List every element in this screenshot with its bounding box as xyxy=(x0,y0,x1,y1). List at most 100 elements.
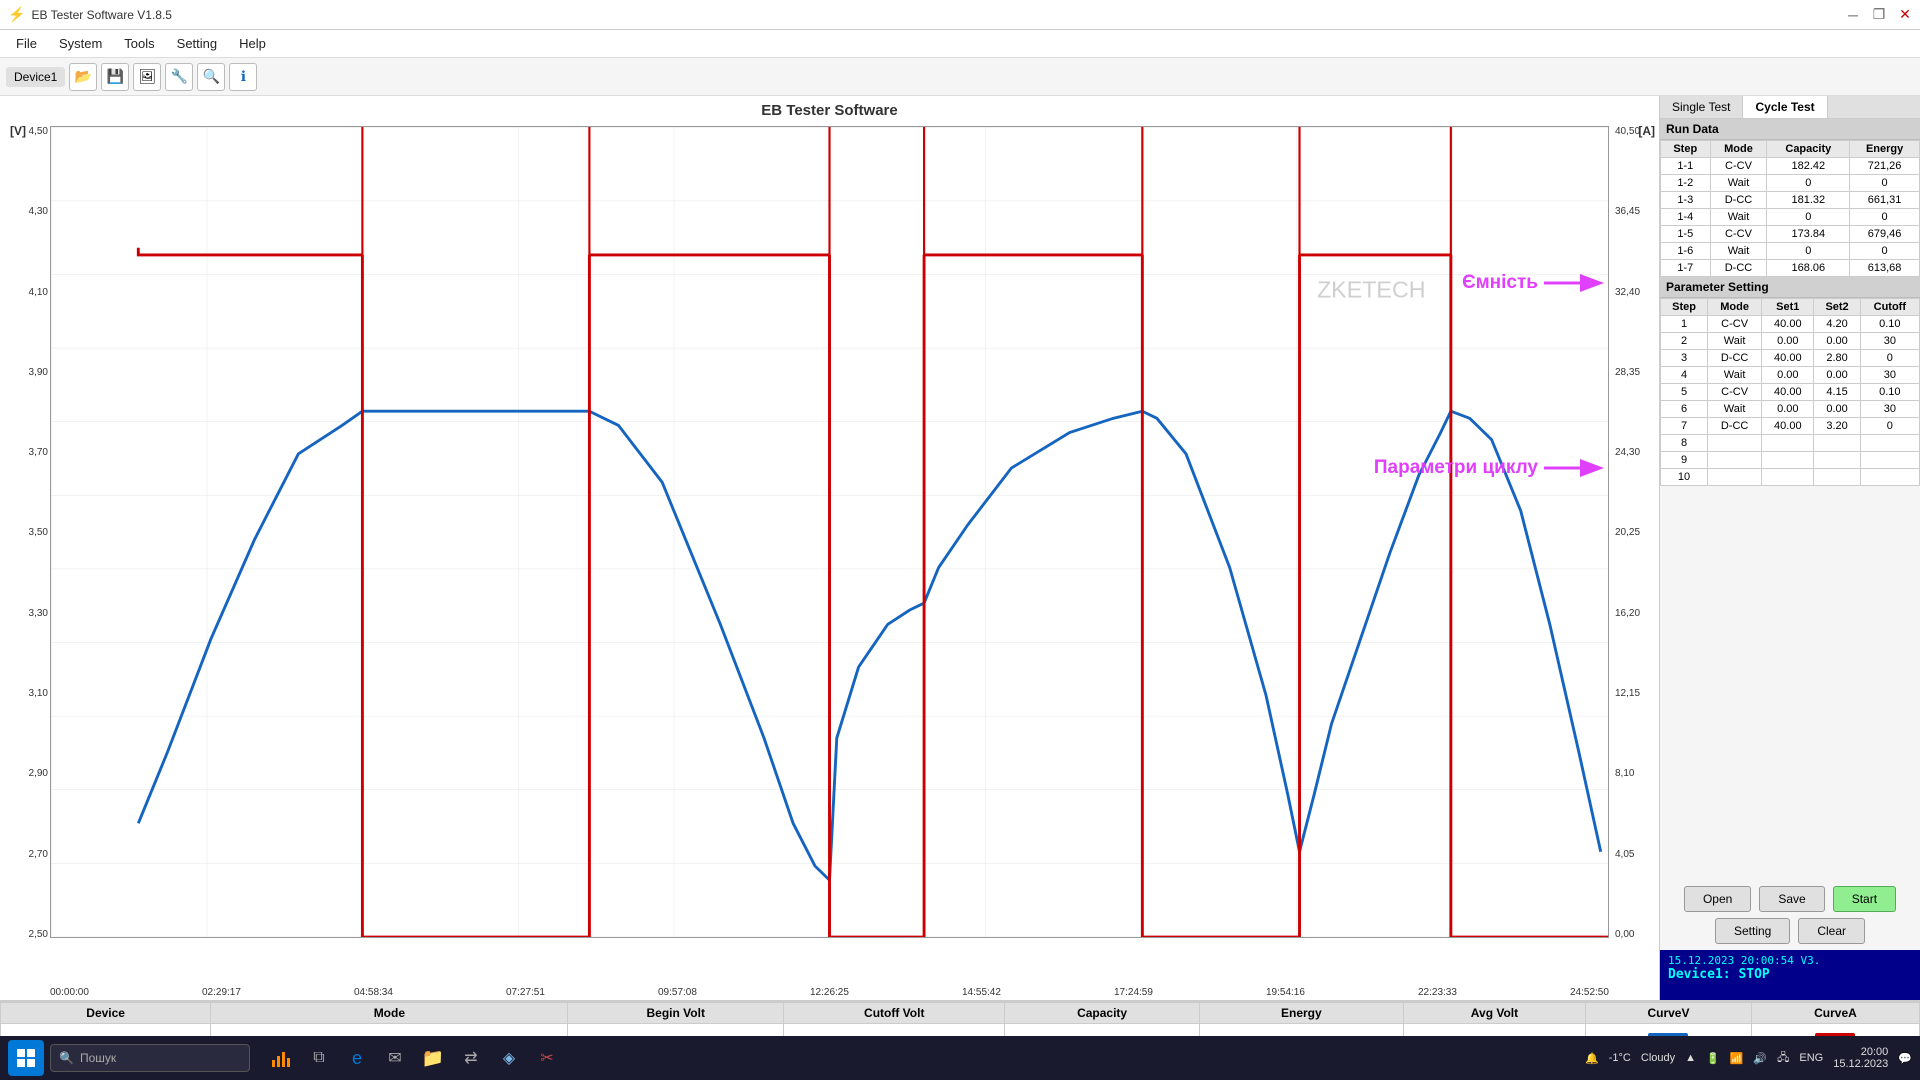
y-axis-left: 4,50 4,30 4,10 3,90 3,70 3,50 3,30 3,10 … xyxy=(4,126,48,940)
taskbar-edge-icon[interactable]: e xyxy=(340,1041,374,1075)
pcol-set2: Set2 xyxy=(1814,299,1860,316)
start-menu-button[interactable] xyxy=(8,1040,44,1076)
search-text: Пошук xyxy=(80,1051,116,1065)
st-curvea: CurveA xyxy=(1751,1003,1919,1024)
toolbar: Device1 📂 💾 🖼 🔧 🔍 ℹ xyxy=(0,58,1920,96)
pcol-cutoff: Cutoff xyxy=(1860,299,1919,316)
save-button[interactable]: 💾 xyxy=(101,63,129,91)
setting-button[interactable]: Setting xyxy=(1715,918,1790,944)
pcol-step: Step xyxy=(1661,299,1708,316)
taskbar-clock: 20:00 15.12.2023 xyxy=(1833,1046,1888,1070)
run-data-table: Step Mode Capacity Energy 1-1C-CV182.427… xyxy=(1660,140,1920,277)
param-row: 6Wait0.000.0030 xyxy=(1661,401,1920,418)
taskbar-weather: Cloudy xyxy=(1641,1052,1675,1064)
run-data-row: 1-4Wait00 xyxy=(1661,209,1920,226)
clear-button[interactable]: Clear xyxy=(1798,918,1865,944)
taskbar-time: 20:00 xyxy=(1833,1046,1888,1058)
st-avg-volt: Avg Volt xyxy=(1403,1003,1585,1024)
st-mode: Mode xyxy=(211,1003,568,1024)
x-axis: 00:00:00 02:29:17 04:58:34 07:27:51 09:5… xyxy=(50,987,1609,998)
device-selector[interactable]: Device1 xyxy=(6,67,65,87)
chart-plot: ZKETECH xyxy=(50,126,1609,938)
info-button[interactable]: ℹ xyxy=(229,63,257,91)
pcol-mode: Mode xyxy=(1708,299,1762,316)
close-button[interactable]: ✕ xyxy=(1898,8,1912,22)
st-cutoff-volt: Cutoff Volt xyxy=(784,1003,1005,1024)
menu-tools[interactable]: Tools xyxy=(114,33,164,54)
search-button[interactable]: 🔍 xyxy=(197,63,225,91)
taskbar-media-icon[interactable] xyxy=(264,1041,298,1075)
taskbar-search[interactable]: 🔍 Пошук xyxy=(50,1044,250,1072)
menu-system[interactable]: System xyxy=(49,33,112,54)
taskbar-action-center[interactable]: 💬 xyxy=(1898,1052,1912,1065)
title-bar: ⚡ EB Tester Software V1.8.5 ─ ❐ ✕ xyxy=(0,0,1920,30)
open-button[interactable]: Open xyxy=(1684,886,1751,912)
param-row: 2Wait0.000.0030 xyxy=(1661,333,1920,350)
param-row: 1C-CV40.004.200.10 xyxy=(1661,316,1920,333)
chart-area: EB Tester Software [V] [A] 4,50 4,30 4,1… xyxy=(0,96,1660,1000)
params-label-text: Параметри циклу xyxy=(1374,457,1538,479)
taskbar-remote-icon[interactable]: ⇄ xyxy=(454,1041,488,1075)
taskbar-explorer-icon[interactable]: 📁 xyxy=(416,1041,450,1075)
param-row: 8 xyxy=(1661,435,1920,452)
param-setting-section: Parameter Setting Step Mode Set1 Set2 Cu… xyxy=(1660,277,1920,880)
menu-file[interactable]: File xyxy=(6,33,47,54)
taskbar-battery-icon: 🔋 xyxy=(1706,1052,1720,1065)
svg-text:ZKETECH: ZKETECH xyxy=(1317,277,1426,303)
param-row: 5C-CV40.004.150.10 xyxy=(1661,384,1920,401)
taskbar-tray: ▲ xyxy=(1685,1052,1696,1064)
image-button[interactable]: 🖼 xyxy=(133,63,161,91)
menu-setting[interactable]: Setting xyxy=(167,33,227,54)
taskbar-mail-icon[interactable]: ✉ xyxy=(378,1041,412,1075)
col-capacity: Capacity xyxy=(1767,141,1850,158)
param-row: 3D-CC40.002.800 xyxy=(1661,350,1920,367)
tab-single-test[interactable]: Single Test xyxy=(1660,96,1743,118)
taskbar-3d-icon[interactable]: ◈ xyxy=(492,1041,526,1075)
col-energy: Energy xyxy=(1850,141,1920,158)
log-area: 15.12.2023 20:00:54 V3. Device1: STOP xyxy=(1660,950,1920,1000)
pcol-set1: Set1 xyxy=(1762,299,1814,316)
run-data-row: 1-1C-CV182.42721,26 xyxy=(1661,158,1920,175)
taskbar-task-view[interactable]: ⧉ xyxy=(302,1041,336,1075)
param-setting-header: Parameter Setting xyxy=(1660,277,1920,298)
param-row: 4Wait0.000.0030 xyxy=(1661,367,1920,384)
param-row: 7D-CC40.003.200 xyxy=(1661,418,1920,435)
taskbar-network-icon: 🖧 xyxy=(1777,1049,1789,1068)
start-button[interactable]: Start xyxy=(1833,886,1896,912)
run-data-row: 1-7D-CC168.06613,68 xyxy=(1661,260,1920,277)
st-begin-volt: Begin Volt xyxy=(568,1003,784,1024)
menu-bar: File System Tools Setting Help xyxy=(0,30,1920,58)
st-curvev: CurveV xyxy=(1585,1003,1751,1024)
app-title: EB Tester Software V1.8.5 xyxy=(31,8,172,22)
taskbar-temp: -1°C xyxy=(1609,1052,1631,1064)
param-table: Step Mode Set1 Set2 Cutoff 1C-CV40.004.2… xyxy=(1660,298,1920,486)
st-device: Device xyxy=(1,1003,211,1024)
tools-button[interactable]: 🔧 xyxy=(165,63,193,91)
minimize-button[interactable]: ─ xyxy=(1846,8,1860,22)
open-file-button[interactable]: 📂 xyxy=(69,63,97,91)
st-capacity: Capacity xyxy=(1005,1003,1199,1024)
run-data-table-scroll[interactable]: Step Mode Capacity Energy 1-1C-CV182.427… xyxy=(1660,140,1920,277)
run-data-header: Run Data xyxy=(1660,119,1920,140)
restore-button[interactable]: ❐ xyxy=(1872,8,1886,22)
param-row: 10 xyxy=(1661,469,1920,486)
taskbar-icons: ⧉ e ✉ 📁 ⇄ ◈ ✂ xyxy=(264,1041,564,1075)
st-energy: Energy xyxy=(1199,1003,1403,1024)
taskbar-tool-icon[interactable]: ✂ xyxy=(530,1041,564,1075)
right-panel: Single Test Cycle Test Run Data Step Mod… xyxy=(1660,96,1920,1000)
menu-help[interactable]: Help xyxy=(229,33,276,54)
capacity-arrow-label: Ємність xyxy=(1462,271,1604,295)
chart-title: EB Tester Software xyxy=(0,96,1659,121)
capacity-label-text: Ємність xyxy=(1462,272,1538,294)
params-arrow-icon xyxy=(1544,456,1604,480)
run-data-row: 1-2Wait00 xyxy=(1661,175,1920,192)
log-line1: 15.12.2023 20:00:54 V3. xyxy=(1668,954,1912,967)
taskbar-volume-icon: 🔊 xyxy=(1753,1052,1767,1065)
param-table-scroll[interactable]: Step Mode Set1 Set2 Cutoff 1C-CV40.004.2… xyxy=(1660,298,1920,880)
save-button-panel[interactable]: Save xyxy=(1759,886,1824,912)
run-data-row: 1-5C-CV173.84679,46 xyxy=(1661,226,1920,243)
tab-cycle-test[interactable]: Cycle Test xyxy=(1743,96,1827,118)
run-data-row: 1-3D-CC181.32661,31 xyxy=(1661,192,1920,209)
run-data-row: 1-6Wait00 xyxy=(1661,243,1920,260)
y-axis-right: 40,50 36,45 32,40 28,35 24,30 20,25 16,2… xyxy=(1611,126,1659,940)
